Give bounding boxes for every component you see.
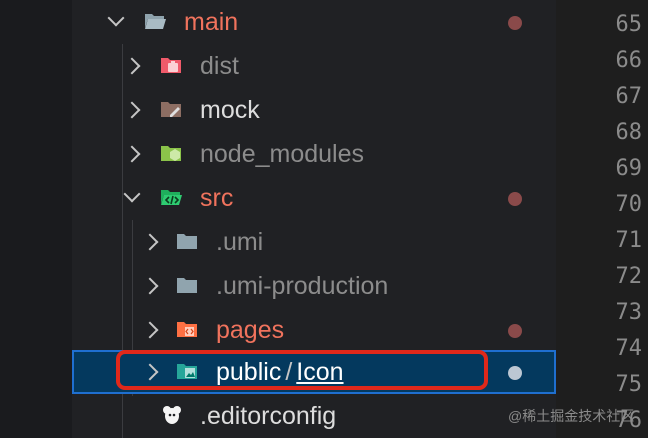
- pages-folder-icon: [177, 322, 197, 337]
- watermark: @稀土掘金技术社区: [508, 408, 635, 424]
- tree-item-node-modules[interactable]: node_modules: [72, 132, 556, 176]
- tree-item-src[interactable]: src: [72, 176, 556, 220]
- tree-item-editorconfig[interactable]: .editorconfig: [72, 394, 556, 438]
- tree-item-label: mock: [200, 96, 260, 124]
- tree-item-pages[interactable]: pages: [72, 308, 556, 352]
- chevron-down-icon[interactable]: [107, 9, 125, 27]
- folder-icon: [177, 234, 197, 249]
- chevron-right-icon[interactable]: [141, 277, 159, 295]
- tree-item-umi-production[interactable]: .umi-production: [72, 264, 556, 308]
- dist-folder-icon: [161, 58, 181, 73]
- tree-item-label: main: [184, 8, 239, 36]
- tree-item-umi[interactable]: .umi: [72, 220, 556, 264]
- modified-indicator: [508, 192, 522, 206]
- line-number: 72: [615, 264, 643, 289]
- line-number: 65: [615, 12, 643, 37]
- tree-item-label: .editorconfig: [200, 402, 337, 430]
- tree-item-label: src: [200, 184, 234, 212]
- chevron-right-icon[interactable]: [141, 233, 159, 251]
- mock-folder-icon: [161, 102, 181, 117]
- line-number: 66: [615, 48, 643, 73]
- tree-item-label: dist: [200, 52, 239, 80]
- chevron-right-icon[interactable]: [123, 57, 141, 75]
- line-number: 70: [615, 192, 643, 217]
- chevron-right-icon[interactable]: [123, 145, 141, 163]
- line-number: 68: [615, 120, 643, 145]
- node-modules-folder-icon: [161, 146, 181, 161]
- chevron-right-icon[interactable]: [123, 101, 141, 119]
- tree-item-label: .umi: [216, 228, 264, 256]
- modified-indicator: [508, 366, 522, 380]
- activity-bar-strip: [0, 0, 72, 438]
- tree-item-dist[interactable]: dist: [72, 44, 556, 88]
- modified-indicator: [508, 16, 522, 30]
- tree-item-label: .umi-production: [216, 272, 389, 300]
- modified-indicator: [508, 324, 522, 338]
- annotation-highlight-box: [116, 350, 488, 390]
- chevron-down-icon[interactable]: [123, 185, 141, 203]
- src-folder-icon: [161, 190, 182, 205]
- line-number: 75: [615, 372, 643, 397]
- folder-open-icon: [145, 14, 166, 29]
- line-number: 74: [615, 336, 643, 361]
- tree-item-mock[interactable]: mock: [72, 88, 556, 132]
- tree-item-label: node_modules: [200, 140, 365, 168]
- folder-icon: [177, 278, 197, 293]
- line-number: 67: [615, 84, 643, 109]
- line-number: 69: [615, 156, 643, 181]
- editorconfig-file-icon: [163, 406, 181, 424]
- chevron-right-icon[interactable]: [141, 321, 159, 339]
- line-number: 71: [615, 228, 643, 253]
- line-number: 73: [615, 300, 643, 325]
- tree-item-label: pages: [216, 316, 285, 344]
- tree-item-main[interactable]: main: [72, 0, 556, 44]
